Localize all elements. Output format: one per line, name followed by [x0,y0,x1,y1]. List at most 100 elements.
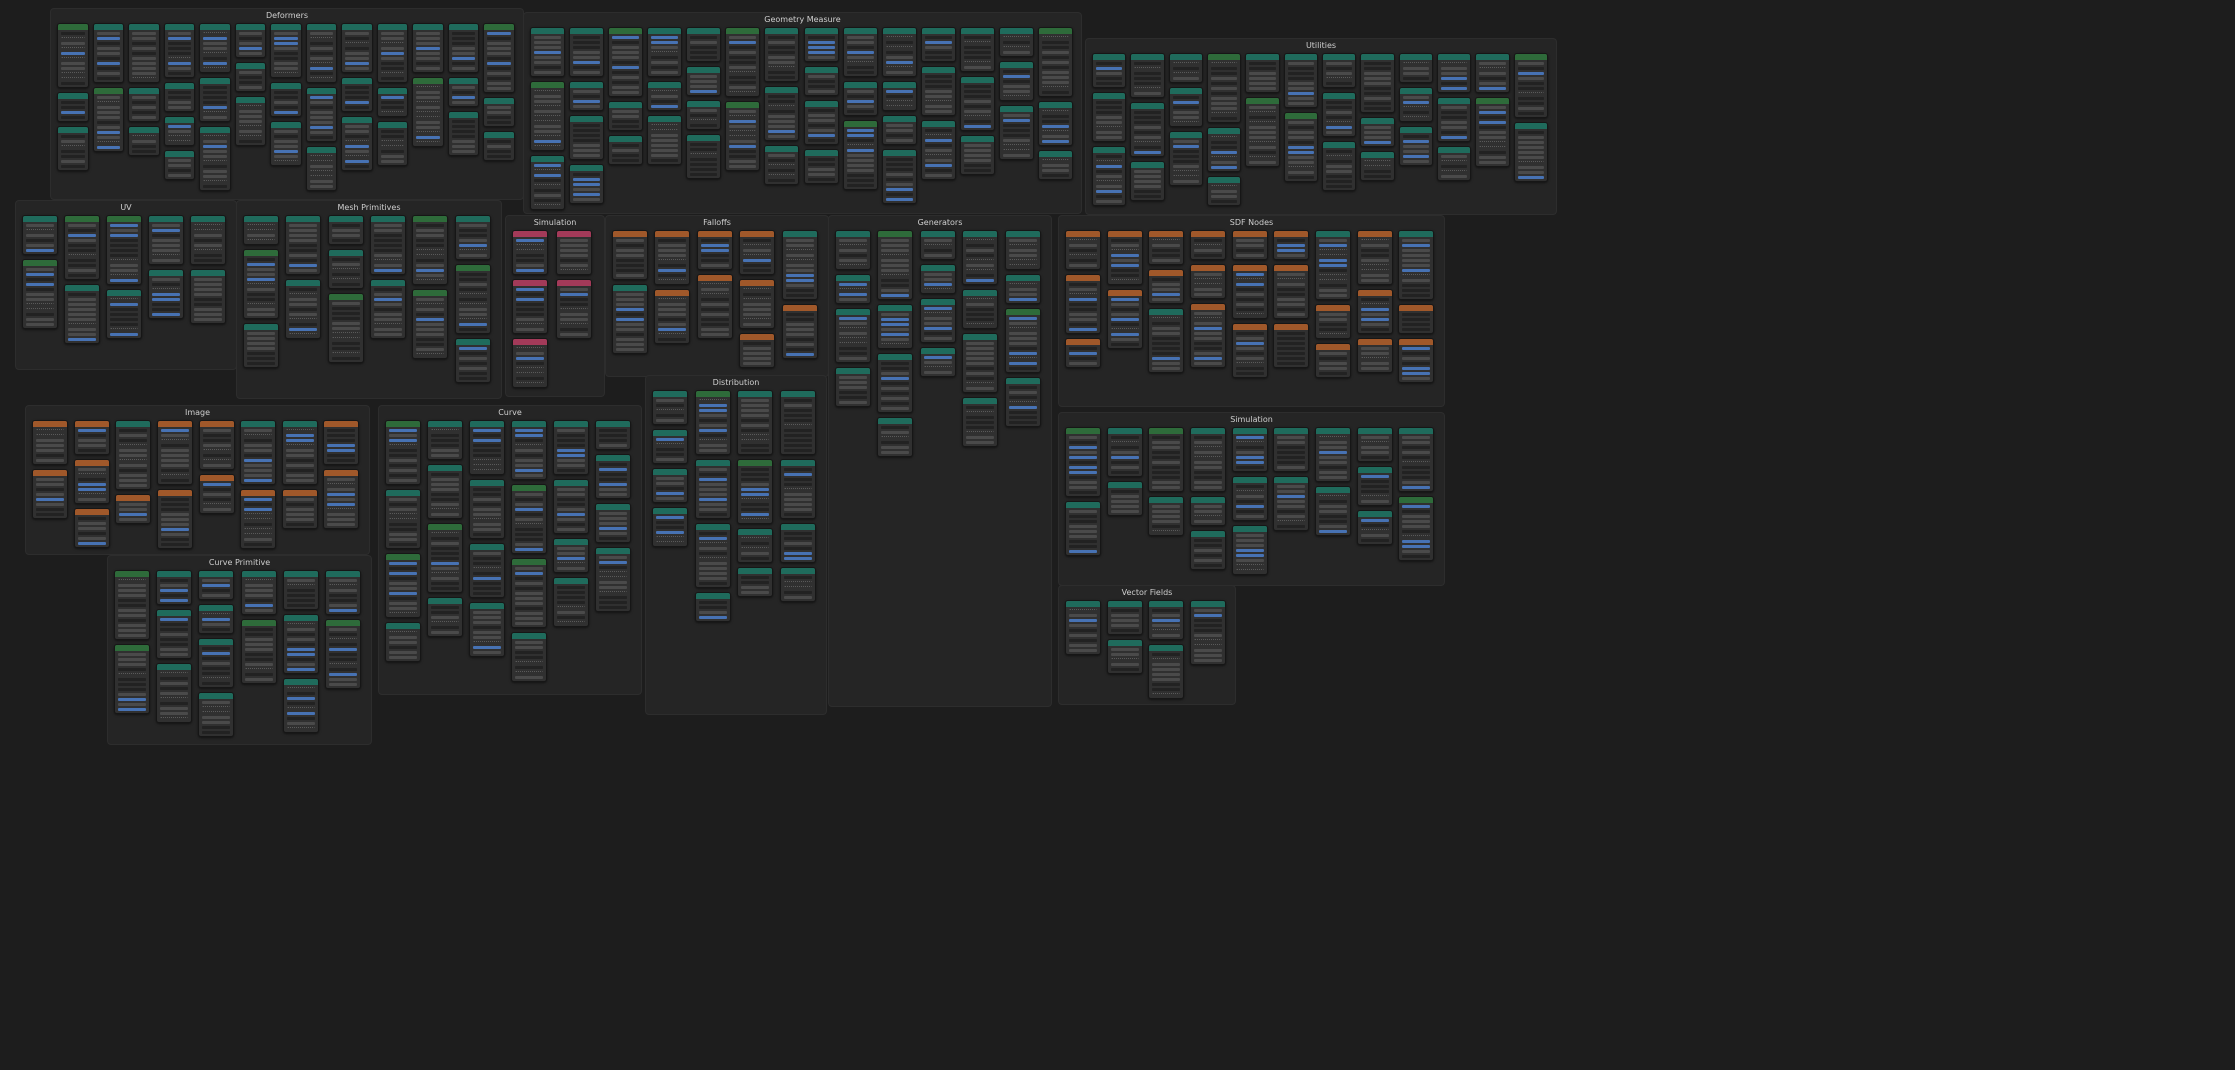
node-socket-row[interactable] [516,288,544,291]
node-socket-row[interactable] [1110,456,1139,459]
node-socket-row[interactable] [1287,146,1314,149]
node-socket-row[interactable] [202,584,231,587]
node-header[interactable] [960,136,994,142]
node-socket-row[interactable] [963,56,991,59]
node-header[interactable] [726,102,760,108]
node-socket-row[interactable] [807,80,835,83]
node-header[interactable] [1274,231,1309,237]
node-socket-row[interactable] [515,518,543,521]
node-socket-row[interactable] [487,155,511,158]
node-socket-row[interactable] [68,234,96,237]
node-socket-row[interactable] [1319,264,1347,267]
node-socket-row[interactable] [331,234,360,237]
node-socket-row[interactable] [1402,140,1429,143]
node-socket-row[interactable] [1193,629,1222,632]
node-socket-row[interactable] [616,264,644,267]
node[interactable] [1207,127,1242,172]
node-header[interactable] [1038,102,1072,108]
node-header[interactable] [531,28,565,34]
node-socket-row[interactable] [431,483,459,486]
node-socket-row[interactable] [807,41,835,44]
node-socket-row[interactable] [61,116,85,119]
node-socket-row[interactable] [345,57,369,60]
node-socket-row[interactable] [487,42,511,45]
node-socket-row[interactable] [119,484,148,487]
node-socket-row[interactable] [160,528,189,531]
node-socket-row[interactable] [1287,156,1314,159]
node-header[interactable] [286,280,321,286]
node[interactable] [114,570,150,640]
node[interactable] [739,333,776,368]
node-socket-row[interactable] [1069,441,1097,444]
node-socket-row[interactable] [160,449,189,452]
node-header[interactable] [199,693,234,699]
node-socket-row[interactable] [599,581,627,584]
node-socket-row[interactable] [1193,624,1222,627]
node-socket-row[interactable] [110,269,138,272]
node-socket-row[interactable] [1096,165,1123,168]
node-header[interactable] [157,664,192,670]
node-header[interactable] [1232,477,1267,483]
node-socket-row[interactable] [203,62,227,65]
node-socket-row[interactable] [274,37,298,40]
node[interactable] [106,289,142,339]
node-socket-row[interactable] [1008,337,1037,340]
node[interactable] [73,459,110,504]
node-socket-row[interactable] [451,91,476,94]
node-socket-row[interactable] [1402,67,1429,70]
node-header[interactable] [554,421,588,427]
node-socket-row[interactable] [286,697,315,700]
node-socket-row[interactable] [431,547,459,550]
node-socket-row[interactable] [515,622,543,625]
node-socket-row[interactable] [167,96,192,99]
node-socket-row[interactable] [881,284,910,287]
node[interactable] [1437,53,1472,93]
node-socket-row[interactable] [1479,151,1506,154]
node-socket-row[interactable] [612,144,640,147]
node-socket-row[interactable] [1069,619,1097,622]
node-header[interactable] [241,571,276,577]
node-socket-row[interactable] [963,90,991,93]
node-socket-row[interactable] [656,448,684,451]
node-socket-row[interactable] [1364,170,1391,173]
node-socket-row[interactable] [328,594,357,597]
node-socket-row[interactable] [1479,62,1506,65]
node-socket-row[interactable] [846,174,874,177]
node-socket-row[interactable] [1364,175,1391,178]
node-socket-row[interactable] [1402,436,1431,439]
node-socket-row[interactable] [599,483,627,486]
node-socket-row[interactable] [132,150,156,153]
node-socket-row[interactable] [741,557,769,560]
node-socket-row[interactable] [331,342,360,345]
node-header[interactable] [1399,231,1434,237]
node-socket-row[interactable] [1002,75,1030,78]
node-socket-row[interactable] [1069,639,1097,642]
node-socket-row[interactable] [741,508,769,511]
node-socket-row[interactable] [923,307,952,310]
node-socket-row[interactable] [152,234,180,237]
node-socket-row[interactable] [1194,466,1222,469]
node-socket-row[interactable] [1194,539,1222,542]
node-socket-row[interactable] [1235,539,1264,542]
node-socket-row[interactable] [118,599,146,602]
node-socket-row[interactable] [656,482,684,485]
node-socket-row[interactable] [1319,357,1347,360]
node-socket-row[interactable] [1041,41,1069,44]
node-socket-row[interactable] [599,468,627,471]
node-socket-row[interactable] [698,409,727,412]
node-socket-row[interactable] [1152,476,1181,479]
node-socket-row[interactable] [487,32,511,35]
node-header[interactable] [244,216,278,222]
node-socket-row[interactable] [963,85,991,88]
node-socket-row[interactable] [846,159,874,162]
node-header[interactable] [1107,290,1142,296]
node[interactable] [652,507,688,547]
node-header[interactable] [695,460,730,466]
node-socket-row[interactable] [612,36,640,39]
node-header[interactable] [780,391,815,397]
node-socket-row[interactable] [1110,490,1139,493]
node-socket-row[interactable] [328,633,357,636]
node[interactable] [1273,230,1310,260]
node-socket-row[interactable] [345,37,369,40]
node-socket-row[interactable] [1360,485,1389,488]
